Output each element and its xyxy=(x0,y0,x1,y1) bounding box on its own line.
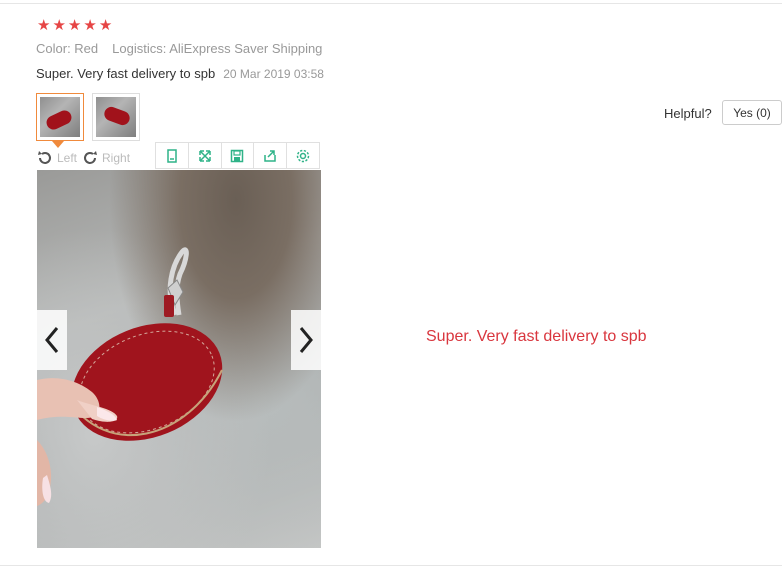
rotate-left-button[interactable]: Left xyxy=(36,149,77,167)
review-text: Super. Very fast delivery to spb xyxy=(36,66,216,81)
color-attribute: Color: Red xyxy=(36,41,99,56)
rotate-left-label: Left xyxy=(57,151,78,165)
chevron-left-icon xyxy=(45,327,59,353)
logistics-attribute: Logistics: AliExpress Saver Shipping xyxy=(112,41,323,56)
review-photo-thumbnail-2[interactable] xyxy=(92,93,140,141)
star-icon: ★ xyxy=(98,17,113,34)
rotate-controls: Left Right xyxy=(36,148,156,168)
page-icon[interactable] xyxy=(156,143,189,168)
review-photo-thumbnail-1[interactable] xyxy=(36,93,84,141)
active-thumbnail-caret xyxy=(52,141,64,148)
review-meta: Color: Red Logistics: AliExpress Saver S… xyxy=(36,41,322,56)
review-body: Super. Very fast delivery to spb 20 Mar … xyxy=(36,66,324,81)
bottom-divider xyxy=(0,565,782,566)
star-icon: ★ xyxy=(83,17,97,34)
expand-icon[interactable] xyxy=(189,143,222,168)
rating-stars: ★ ★ ★ ★ ★ xyxy=(37,18,112,34)
thumbnail-image xyxy=(40,97,80,137)
helpful-yes-button[interactable]: Yes (0) xyxy=(722,100,782,125)
thumbnail-image xyxy=(96,97,136,137)
image-toolbar xyxy=(155,142,320,169)
helpful-label: Helpful? xyxy=(664,106,712,121)
key-case-photo xyxy=(37,247,223,506)
rotate-left-icon xyxy=(38,151,51,164)
save-icon[interactable] xyxy=(222,143,255,168)
review-date: 20 Mar 2019 03:58 xyxy=(223,67,324,81)
next-image-button[interactable] xyxy=(291,310,321,370)
chevron-right-icon xyxy=(299,327,313,353)
star-icon: ★ xyxy=(37,17,51,34)
share-icon[interactable] xyxy=(254,143,288,168)
star-icon: ★ xyxy=(67,17,82,34)
viewer-caption: Super. Very fast delivery to spb xyxy=(426,328,647,345)
star-icon: ★ xyxy=(52,17,66,34)
top-divider xyxy=(0,3,782,4)
previous-image-button[interactable] xyxy=(37,310,67,370)
review-photo xyxy=(37,170,321,548)
rotate-right-icon xyxy=(84,151,98,164)
gear-icon[interactable] xyxy=(287,143,319,168)
rotate-right-label: Right xyxy=(102,151,131,165)
rotate-right-button[interactable]: Right xyxy=(81,149,130,167)
